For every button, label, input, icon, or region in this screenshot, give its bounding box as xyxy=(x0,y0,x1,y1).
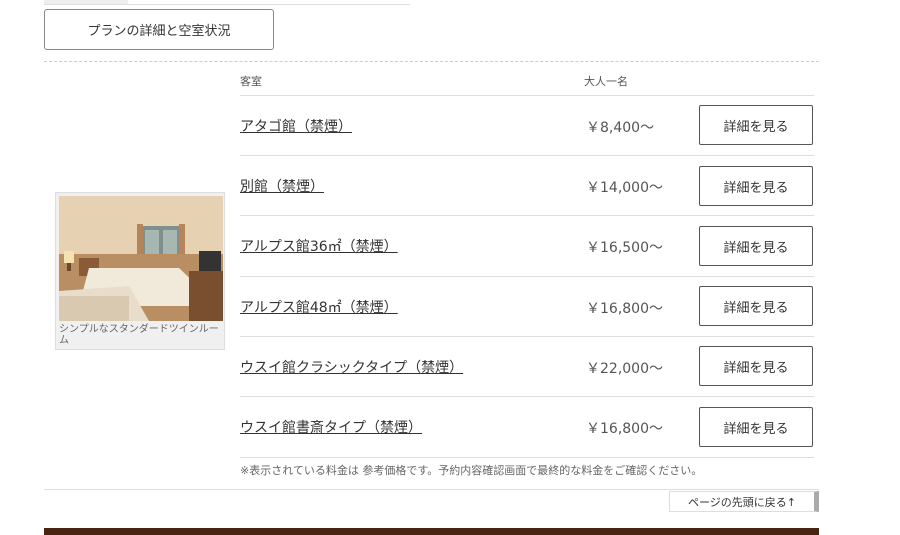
room-price: ￥16,800～ xyxy=(586,301,663,317)
room-price: ￥16,500～ xyxy=(586,240,663,256)
detail-button[interactable]: 詳細を見る xyxy=(699,286,813,326)
top-tab[interactable] xyxy=(44,0,128,4)
room-link-alps-36[interactable]: アルプス館36㎡（禁煙） xyxy=(240,236,398,256)
row-divider xyxy=(240,155,814,156)
section-header-bar xyxy=(44,528,819,535)
room-link-atago[interactable]: アタゴ館（禁煙） xyxy=(240,116,352,136)
row-divider xyxy=(240,95,814,96)
room-link-usui-study[interactable]: ウスイ館書斎タイプ（禁煙） xyxy=(240,417,422,437)
row-divider xyxy=(240,336,814,337)
room-price: ￥22,000～ xyxy=(586,361,663,377)
row-divider xyxy=(240,457,814,458)
detail-button[interactable]: 詳細を見る xyxy=(699,346,813,386)
plan-details-button[interactable]: プランの詳細と空室状況 xyxy=(44,9,274,50)
price-note: ※表示されている料金は 参考価格です。予約内容確認画面で最終的な料金をご確認くだ… xyxy=(240,464,703,477)
row-divider xyxy=(240,396,814,397)
detail-button[interactable]: 詳細を見る xyxy=(699,105,813,145)
dashed-divider xyxy=(44,61,819,62)
detail-button[interactable]: 詳細を見る xyxy=(699,407,813,447)
section-divider xyxy=(44,489,819,490)
room-price: ￥14,000～ xyxy=(586,180,663,196)
back-to-top-button[interactable]: ページの先頭に戻る↑ xyxy=(669,491,819,512)
room-link-bekkan[interactable]: 別館（禁煙） xyxy=(240,176,324,196)
room-photo[interactable] xyxy=(59,196,223,321)
detail-button[interactable]: 詳細を見る xyxy=(699,226,813,266)
row-divider xyxy=(240,276,814,277)
row-divider xyxy=(240,215,814,216)
room-price: ￥8,400～ xyxy=(586,120,655,136)
header-room: 客室 xyxy=(240,75,262,88)
detail-button[interactable]: 詳細を見る xyxy=(699,166,813,206)
room-link-alps-48[interactable]: アルプス館48㎡（禁煙） xyxy=(240,297,398,317)
room-thumbnail[interactable]: シンプルなスタンダードツインルーム xyxy=(55,192,225,350)
page: プランの詳細と空室状況 シンプルなスタンダードツインルーム 客室 大人一名 アタ… xyxy=(0,0,900,535)
thumbnail-caption: シンプルなスタンダードツインルーム xyxy=(59,324,219,346)
header-price: 大人一名 xyxy=(584,75,628,88)
room-link-usui-classic[interactable]: ウスイ館クラシックタイプ（禁煙） xyxy=(240,357,463,377)
room-price: ￥16,800～ xyxy=(586,421,663,437)
